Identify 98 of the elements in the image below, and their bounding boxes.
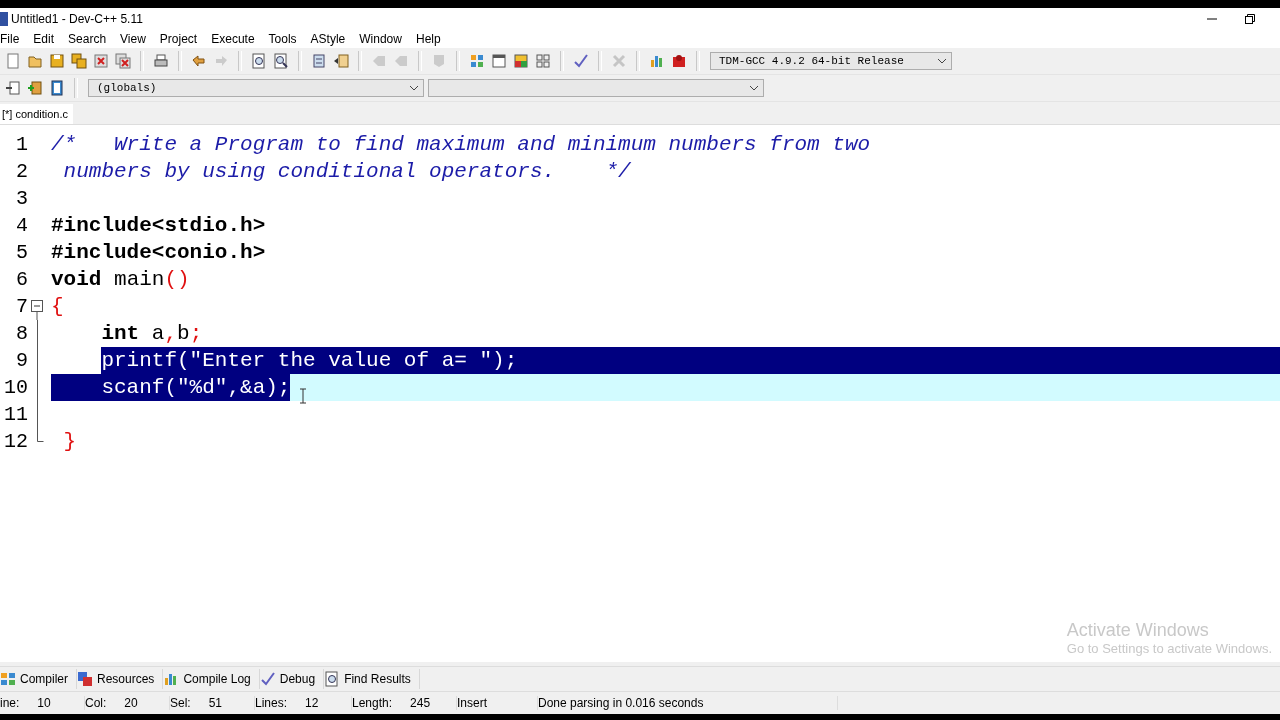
menu-item[interactable]: Search <box>61 31 114 46</box>
fold-collapse-icon[interactable] <box>31 300 44 320</box>
chart-icon <box>649 53 665 69</box>
line-number: 10 <box>3 376 28 399</box>
cross-icon <box>611 53 627 69</box>
status-value: Insert <box>457 696 487 710</box>
line-number: 12 <box>3 430 28 453</box>
window-icon <box>491 53 507 69</box>
close-icon <box>93 53 109 69</box>
code-text: printf("Enter the value of a= "); <box>101 347 518 374</box>
code-text: b <box>177 321 190 347</box>
line-number: 11 <box>3 403 28 426</box>
menu-item[interactable]: View <box>113 31 153 46</box>
status-value: 51 <box>208 696 223 710</box>
unindent-icon <box>333 53 349 69</box>
profile-icon <box>671 53 687 69</box>
line-number: 6 <box>15 268 28 291</box>
project-remove-icon <box>49 80 65 96</box>
bookmark-icon <box>431 53 447 69</box>
check-icon <box>573 53 589 69</box>
code-text: #include<stdio.h> <box>51 213 266 239</box>
panel-tab[interactable]: Resources <box>77 669 164 689</box>
line-number: 7 <box>15 295 28 318</box>
replace-icon <box>273 53 289 69</box>
status-value: 245 <box>410 696 431 710</box>
open-icon <box>27 53 43 69</box>
text-cursor-icon <box>299 388 307 404</box>
menu-item[interactable]: Execute <box>204 31 262 46</box>
code-text: () <box>164 267 190 293</box>
find-icon <box>251 53 267 69</box>
project-add-icon <box>27 80 43 96</box>
project-new-icon <box>5 80 21 96</box>
status-value: 20 <box>124 696 138 710</box>
new-icon <box>5 53 21 69</box>
status-label: Col: <box>85 696 107 710</box>
panel-tab[interactable]: Debug <box>259 669 325 689</box>
menu-item[interactable]: AStyle <box>303 31 353 46</box>
file-tab[interactable]: [*] condition.c <box>0 104 74 124</box>
scope-select[interactable]: (globals) <box>88 79 424 97</box>
code-text: } <box>62 429 77 455</box>
saveall-button[interactable] <box>68 50 90 72</box>
debug-icon <box>259 671 276 687</box>
undo-icon <box>191 53 207 69</box>
status-label: Length: <box>352 696 393 710</box>
back-icon <box>371 53 387 69</box>
find-icon <box>324 671 341 687</box>
compiler-icon <box>0 671 16 687</box>
status-value: 12 <box>305 696 319 710</box>
code-text: , <box>164 321 178 347</box>
code-text: ; <box>189 321 203 347</box>
code-text: main <box>113 267 165 293</box>
print-icon <box>153 53 169 69</box>
line-number: 3 <box>15 187 28 210</box>
line-number: 2 <box>15 160 28 183</box>
code-text: void <box>51 267 102 293</box>
code-text: numbers by using conditional operators. */ <box>62 159 631 185</box>
indent-icon <box>311 53 327 69</box>
code-text: scanf("%d",&a); <box>51 374 291 401</box>
code-text: #include<conio.h> <box>51 240 266 266</box>
save-icon <box>49 53 65 69</box>
status-value: Done parsing in 0.016 seconds <box>538 696 704 710</box>
panel-tab[interactable]: Compile Log <box>163 669 260 689</box>
colors-icon <box>513 53 529 69</box>
resources-icon <box>77 671 93 687</box>
closeall-button[interactable] <box>112 50 134 72</box>
panel-tab[interactable]: Compiler <box>0 669 77 689</box>
window-title: Untitled1 - Dev-C++ 5.11 <box>11 11 143 26</box>
line-number: 5 <box>15 241 28 264</box>
line-number: 9 <box>15 349 28 372</box>
grid-icon <box>535 53 551 69</box>
code-text: a <box>150 321 165 347</box>
line-number: 1 <box>15 133 28 156</box>
menu-item[interactable]: Project <box>152 31 205 46</box>
menu-item[interactable]: Tools <box>261 31 304 46</box>
status-label: Lines: <box>255 696 288 710</box>
line-number: 4 <box>15 214 28 237</box>
chevron-icon <box>409 85 419 91</box>
chevron-icon <box>937 58 947 64</box>
chevron-icon <box>749 85 759 91</box>
menu-item[interactable]: File <box>0 31 27 46</box>
menu-item[interactable]: Edit <box>26 31 62 46</box>
code-text: int <box>101 321 140 347</box>
back-icon <box>393 53 409 69</box>
status-value: 10 <box>37 696 51 710</box>
line-number: 8 <box>15 322 28 345</box>
panel-tab[interactable]: Find Results <box>324 669 420 689</box>
status-label: Sel: <box>170 696 191 710</box>
restore-icon[interactable] <box>1244 12 1256 25</box>
code-text: { <box>51 294 64 320</box>
menu-item[interactable]: Window <box>352 31 409 46</box>
compiler-select[interactable]: TDM-GCC 4.9.2 64-bit Release <box>710 52 952 70</box>
code-text: /* Write a Program to find maximum and minimum numbers from two <box>51 132 871 158</box>
saveall-icon <box>71 53 87 69</box>
status-label: ine: <box>0 696 20 710</box>
menu-item[interactable]: Help <box>408 31 448 46</box>
tiles-icon <box>469 53 485 69</box>
closeall-icon <box>115 53 131 69</box>
app-icon <box>0 11 8 26</box>
